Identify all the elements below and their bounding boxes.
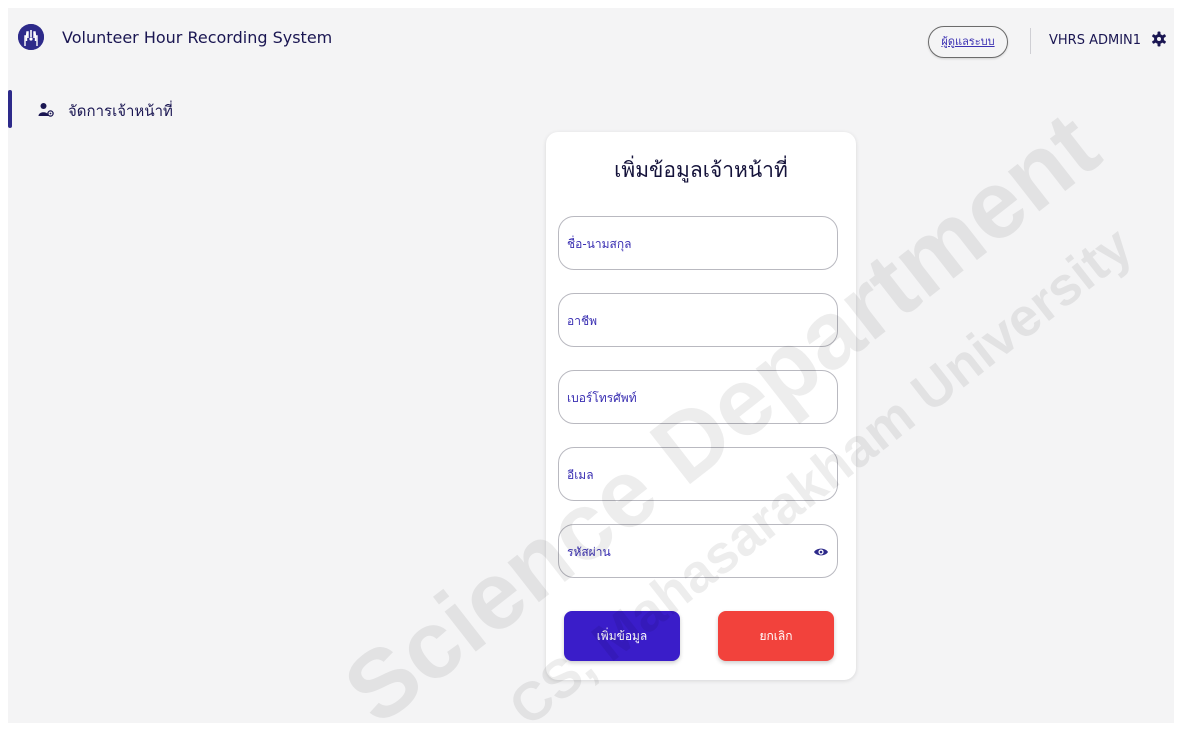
current-user-name[interactable]: VHRS ADMIN1 — [1049, 33, 1141, 48]
full-name-field[interactable] — [558, 216, 838, 271]
app-title: Volunteer Hour Recording System — [62, 28, 333, 47]
role-badge-button[interactable]: ผู้ดูแลระบบ — [928, 26, 1008, 58]
occupation-input[interactable] — [565, 294, 809, 348]
email-input[interactable] — [565, 448, 809, 502]
form-title: เพิ่มข้อมูลเจ้าหน้าที่ — [614, 158, 788, 182]
sidebar-item-manage-staff[interactable]: จัดการเจ้าหน้าที่ — [8, 90, 308, 128]
email-field[interactable] — [558, 447, 838, 502]
gear-icon[interactable] — [1151, 31, 1167, 47]
sidebar-item-label: จัดการเจ้าหน้าที่ — [68, 102, 173, 120]
add-staff-form-card: เพิ่มข้อมูลเจ้าหน้าที่ เพิ่มข้อมูล ยกเลิ — [546, 132, 856, 680]
full-name-input[interactable] — [565, 217, 809, 271]
cancel-button[interactable]: ยกเลิก — [718, 611, 834, 661]
active-indicator — [8, 90, 12, 128]
add-data-button[interactable]: เพิ่มข้อมูล — [564, 611, 680, 661]
app-window: Volunteer Hour Recording System ผู้ดูแลร… — [8, 8, 1174, 723]
user-gear-icon — [38, 102, 54, 118]
header-divider — [1030, 28, 1031, 54]
phone-field[interactable] — [558, 370, 838, 425]
password-input[interactable] — [565, 525, 809, 579]
occupation-field[interactable] — [558, 293, 838, 348]
phone-input[interactable] — [565, 371, 809, 425]
volunteer-hands-logo-icon — [18, 24, 44, 50]
eye-icon[interactable] — [813, 544, 829, 560]
password-field[interactable] — [558, 524, 838, 579]
top-bar: Volunteer Hour Recording System ผู้ดูแลร… — [8, 8, 1174, 72]
